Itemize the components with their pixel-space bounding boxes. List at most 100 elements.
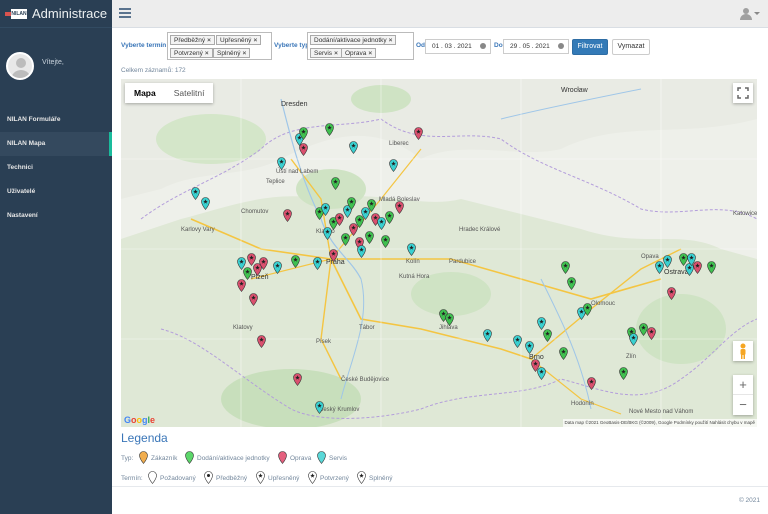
close-icon: ×	[242, 50, 247, 57]
map-pin-dodani[interactable]	[299, 127, 308, 140]
map-pin-oprava[interactable]	[395, 201, 404, 214]
chevron-down-icon[interactable]	[754, 12, 760, 15]
star-marker-icon	[357, 471, 366, 486]
map-pin-servis[interactable]	[321, 203, 330, 216]
map-pin-servis[interactable]	[537, 367, 546, 380]
close-icon: ×	[204, 50, 209, 57]
map-pin-oprava[interactable]	[249, 293, 258, 306]
map-pin-servis[interactable]	[687, 253, 696, 266]
map-pin-dodani[interactable]	[365, 231, 374, 244]
zoom-out-button[interactable]: −	[733, 395, 753, 415]
map-pin-oprava[interactable]	[667, 287, 676, 300]
map-pin-servis[interactable]	[389, 159, 398, 172]
sidebar-item-nastaveni[interactable]: Nastavení	[0, 204, 112, 228]
map-pin-dodani[interactable]	[385, 211, 394, 224]
brand[interactable]: NILAN Administrace	[0, 0, 112, 28]
tab-map[interactable]: Mapa	[125, 83, 165, 103]
sidebar-item-nilan-formulare[interactable]: NILAN Formuláře	[0, 108, 112, 132]
map-pin-servis[interactable]	[191, 187, 200, 200]
nilan-logo: NILAN	[5, 8, 27, 19]
to-date-input[interactable]: 29 . 05 . 2021	[503, 39, 569, 54]
map-pin-icon	[278, 451, 287, 466]
from-label: Od	[416, 42, 426, 49]
logo-text: NILAN	[11, 8, 27, 19]
type-label: Vyberte typ	[274, 42, 310, 49]
zoom-in-button[interactable]: +	[733, 375, 753, 395]
zoom-control: + −	[733, 375, 753, 415]
filter-button[interactable]: Filtrovat	[572, 39, 608, 55]
map-pin-dodani[interactable]	[543, 329, 552, 342]
map-pin-dodani[interactable]	[341, 233, 350, 246]
star-marker-icon	[308, 471, 317, 486]
legend-types: Typ: Zákazník Dodání/aktivace jednotky O…	[121, 451, 521, 469]
map-pin-servis[interactable]	[315, 401, 324, 414]
map-pin-oprava[interactable]	[237, 279, 246, 292]
map-pin-oprava[interactable]	[293, 373, 302, 386]
map-pin-oprava[interactable]	[299, 143, 308, 156]
map-pin-dodani[interactable]	[325, 123, 334, 136]
term-tag[interactable]: Předběžný ×	[170, 35, 215, 45]
map-attribution[interactable]: Data map ©2021 GeoBasis-DE/BKG (©2009), …	[562, 419, 757, 427]
term-tag[interactable]: Upřesněný ×	[216, 35, 262, 45]
sidebar: NILAN Administrace Vítejte, NILAN Formul…	[0, 0, 112, 514]
empty-marker-icon	[148, 471, 157, 486]
map-pin-dodani[interactable]	[367, 199, 376, 212]
map-pin-oprava[interactable]	[587, 377, 596, 390]
map-pin-oprava[interactable]	[259, 257, 268, 270]
term-select[interactable]: Předběžný × Upřesněný × Potvrzený × Splněný…	[167, 32, 272, 60]
map-pin-oprava[interactable]	[329, 249, 338, 262]
type-tag[interactable]: Servis ×	[310, 48, 342, 58]
map-pin-servis[interactable]	[323, 227, 332, 240]
term-tag[interactable]: Potvrzený ×	[170, 48, 213, 58]
map-pin-servis[interactable]	[407, 243, 416, 256]
map-pin-servis[interactable]	[525, 341, 534, 354]
map-pin-servis[interactable]	[313, 257, 322, 270]
map-pin-dodani[interactable]	[445, 313, 454, 326]
map-pin-servis[interactable]	[513, 335, 522, 348]
user-icon[interactable]	[740, 8, 752, 20]
map-pin-servis[interactable]	[273, 261, 282, 274]
sidebar-item-uzivatele[interactable]: Uživatelé	[0, 180, 112, 204]
map-pin-oprava[interactable]	[257, 335, 266, 348]
map-pin-oprava[interactable]	[414, 127, 423, 140]
map-pin-icon	[185, 451, 194, 466]
map-pin-dodani[interactable]	[619, 367, 628, 380]
map-pin-dodani[interactable]	[347, 197, 356, 210]
map-pin-servis[interactable]	[277, 157, 286, 170]
map-pin-dodani[interactable]	[583, 303, 592, 316]
close-icon: ×	[368, 50, 373, 57]
avatar	[6, 52, 34, 80]
map-pin-oprava[interactable]	[283, 209, 292, 222]
term-tag[interactable]: Splněný ×	[213, 48, 251, 58]
map-pin-dodani[interactable]	[331, 177, 340, 190]
sidebar-item-technici[interactable]: Technici	[0, 156, 112, 180]
map-pin-dodani[interactable]	[291, 255, 300, 268]
map-pin-dodani[interactable]	[707, 261, 716, 274]
pegman-icon[interactable]	[733, 341, 753, 361]
from-date-input[interactable]: 01 . 03 . 2021	[425, 39, 491, 54]
type-tag[interactable]: Oprava ×	[341, 48, 377, 58]
type-select[interactable]: Dodání/aktivace jednotky × Servis × Oprava…	[307, 32, 414, 60]
fullscreen-icon[interactable]	[733, 83, 753, 103]
sidebar-item-nilan-mapa[interactable]: NILAN Mapa	[0, 132, 112, 156]
topbar	[112, 0, 768, 28]
map-pin-dodani[interactable]	[559, 347, 568, 360]
map-pin-dodani[interactable]	[561, 261, 570, 274]
menu-toggle-icon[interactable]	[119, 8, 131, 18]
map-pin-servis[interactable]	[201, 197, 210, 210]
map-pin-servis[interactable]	[357, 245, 366, 258]
map-pin-servis[interactable]	[663, 255, 672, 268]
map-pin-servis[interactable]	[349, 141, 358, 154]
tab-satellite[interactable]: Satelitní	[165, 83, 214, 103]
type-tag[interactable]: Dodání/aktivace jednotky ×	[310, 35, 397, 45]
map[interactable]: Dresden Wrocław Liberec Ústí nad Labem Tepli…	[121, 79, 757, 427]
clear-button[interactable]: Vymazat	[612, 39, 650, 55]
term-label: Vyberte termín	[121, 42, 167, 49]
welcome-text: Vítejte,	[42, 58, 64, 66]
map-pin-oprava[interactable]	[647, 327, 656, 340]
total-records: Celkem záznamů: 172	[121, 67, 186, 74]
map-pin-servis[interactable]	[629, 333, 638, 346]
map-pin-dodani[interactable]	[381, 235, 390, 248]
map-pin-dodani[interactable]	[567, 277, 576, 290]
map-pin-servis[interactable]	[483, 329, 492, 342]
